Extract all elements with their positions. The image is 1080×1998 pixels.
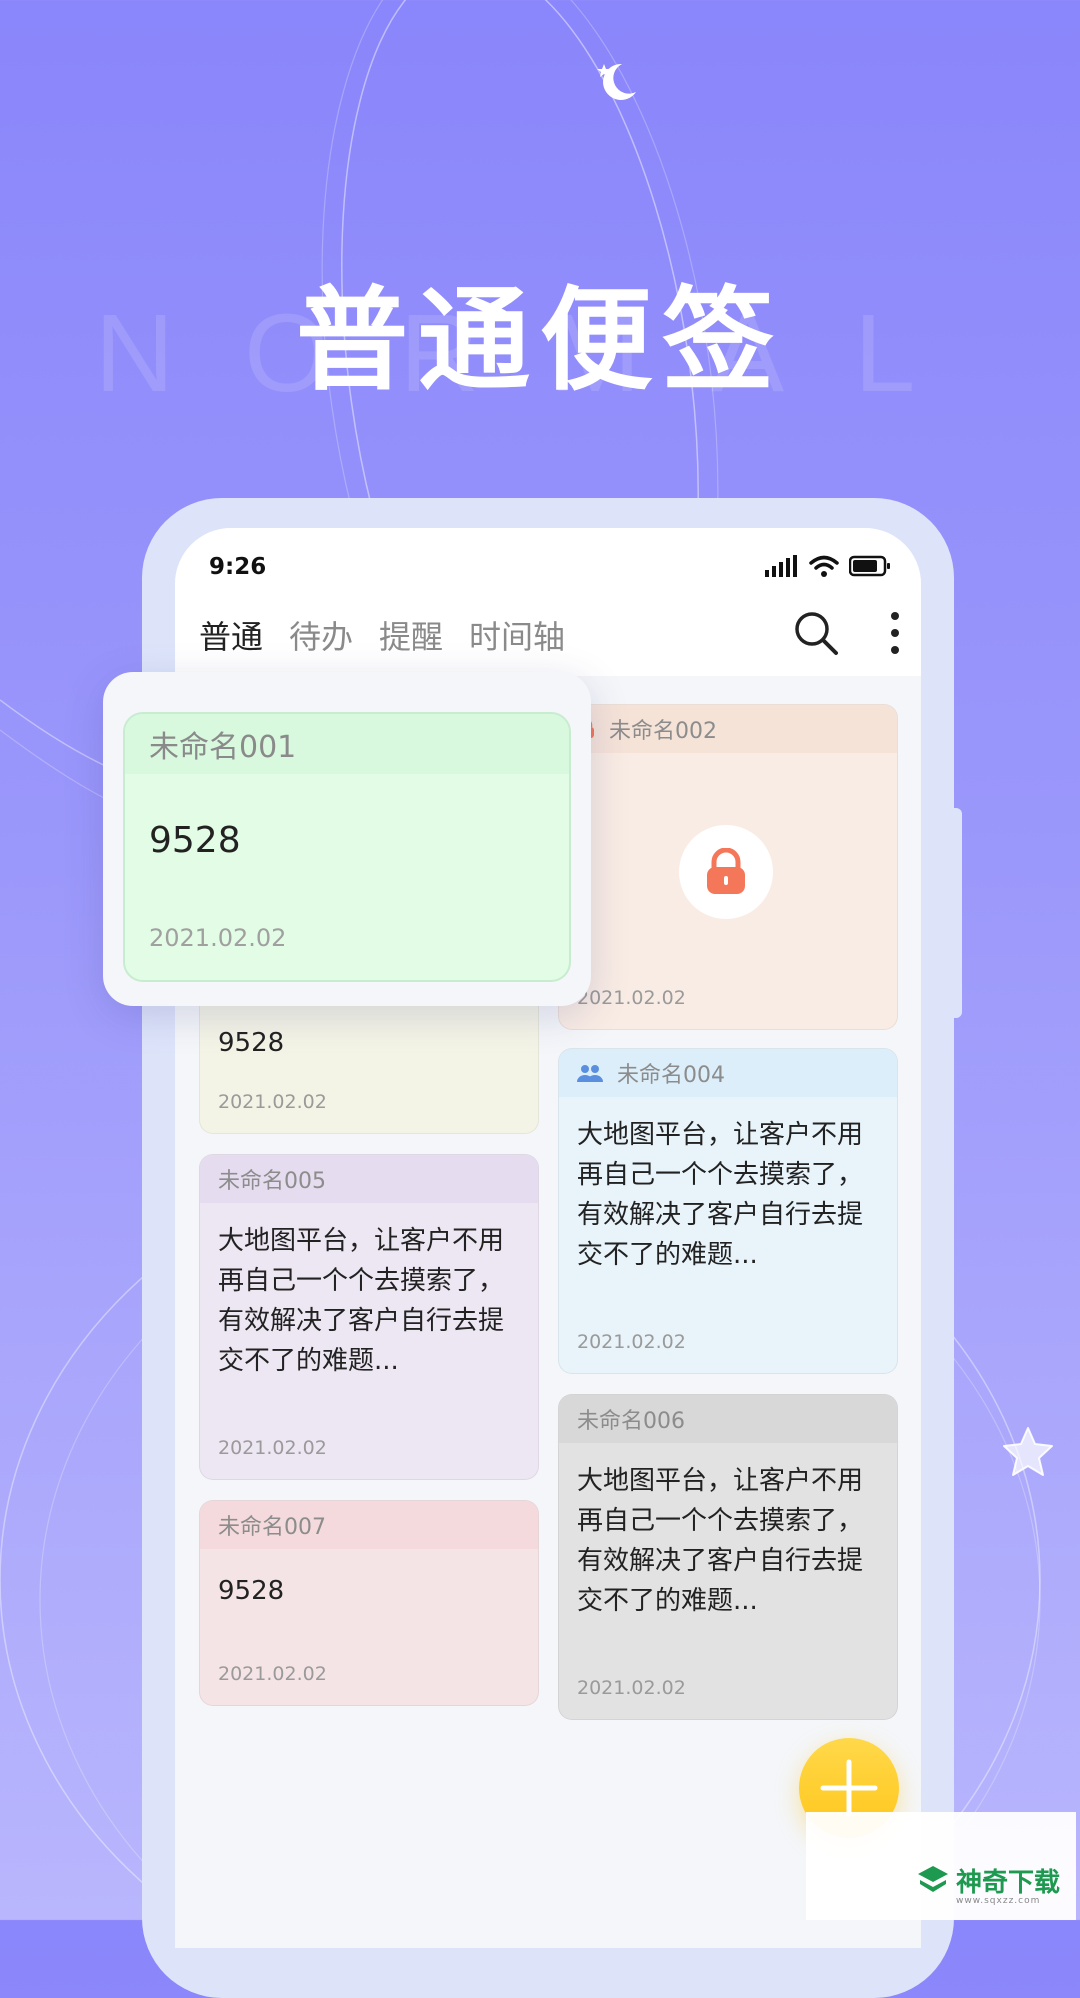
note-date: 2021.02.02 (577, 987, 686, 1009)
note-title: 未命名006 (577, 1409, 685, 1434)
phone-side-button (952, 808, 962, 1018)
note-content: 大地图平台，让客户不用再自己一个个去摸索了，有效解决了客户自行去提交不了的难题.… (577, 1120, 864, 1270)
note-card-005[interactable]: 未命名005 大地图平台，让客户不用再自己一个个去摸索了，有效解决了客户自行去提… (199, 1154, 539, 1480)
note-content: 9528 (218, 1576, 285, 1606)
signal-icon (765, 555, 797, 577)
tab-timeline[interactable]: 时间轴 (469, 612, 565, 658)
note-title: 未命名001 (125, 714, 569, 774)
note-title: 未命名007 (218, 1515, 326, 1540)
note-card-001[interactable]: 未命名001 9528 2021.02.02 (123, 712, 571, 982)
note-date: 2021.02.02 (577, 1677, 686, 1699)
note-content: 9528 (149, 820, 241, 861)
watermark-url: www.sqxzz.com (956, 1896, 1041, 1906)
star-icon (1003, 1427, 1053, 1476)
note-content: 大地图平台，让客户不用再自己一个个去摸索了，有效解决了客户自行去提交不了的难题.… (218, 1226, 505, 1376)
note-date: 2021.02.02 (218, 1663, 327, 1685)
battery-icon (849, 555, 890, 577)
note-preview-popup: 未命名001 9528 2021.02.02 (103, 672, 591, 1006)
lock-badge[interactable] (679, 825, 773, 919)
moon-icon (597, 63, 636, 100)
watermark-logo-icon (918, 1866, 948, 1892)
tab-normal[interactable]: 普通 (197, 612, 268, 662)
tab-todo[interactable]: 待办 (289, 612, 353, 658)
app-header: 9:26 普通 待办 提醒 时间轴 (175, 528, 921, 676)
more-vertical-icon[interactable] (887, 610, 903, 656)
status-time: 9:26 (209, 554, 267, 580)
note-header: 未命名007 (200, 1501, 538, 1549)
tab-bar: 普通 待办 提醒 时间轴 (197, 612, 565, 662)
lock-icon (707, 848, 745, 894)
note-date: 2021.02.02 (577, 1331, 686, 1353)
note-content: 大地图平台，让客户不用再自己一个个去摸索了，有效解决了客户自行去提交不了的难题.… (577, 1466, 864, 1616)
note-header: 未命名006 (559, 1395, 897, 1443)
note-content: 9528 (218, 1028, 285, 1058)
note-card-004[interactable]: 未命名004 大地图平台，让客户不用再自己一个个去摸索了，有效解决了客户自行去提… (558, 1048, 898, 1374)
note-header: 未命名005 (200, 1155, 538, 1203)
note-card-006[interactable]: 未命名006 大地图平台，让客户不用再自己一个个去摸索了，有效解决了客户自行去提… (558, 1394, 898, 1720)
note-header: 未命名002 (559, 705, 897, 753)
note-title: 未命名005 (218, 1169, 326, 1194)
status-icons (765, 554, 891, 578)
note-card-007[interactable]: 未命名007 9528 2021.02.02 (199, 1500, 539, 1706)
note-date: 2021.02.02 (218, 1091, 327, 1113)
note-date: 2021.02.02 (149, 924, 287, 952)
note-title: 未命名004 (617, 1063, 725, 1088)
watermark: 神奇下载 www.sqxzz.com (806, 1812, 1076, 1920)
hero-title: 普通便签 (296, 276, 784, 406)
watermark-name: 神奇下载 (956, 1868, 1061, 1898)
note-card-002[interactable]: 未命名002 2021.02.02 (558, 704, 898, 1030)
wifi-icon (809, 555, 839, 577)
note-title: 未命名002 (609, 719, 717, 744)
tab-reminder[interactable]: 提醒 (379, 612, 443, 658)
note-date: 2021.02.02 (218, 1437, 327, 1459)
group-icon (577, 1065, 603, 1082)
search-icon[interactable] (793, 610, 839, 656)
note-header: 未命名004 (559, 1049, 897, 1097)
